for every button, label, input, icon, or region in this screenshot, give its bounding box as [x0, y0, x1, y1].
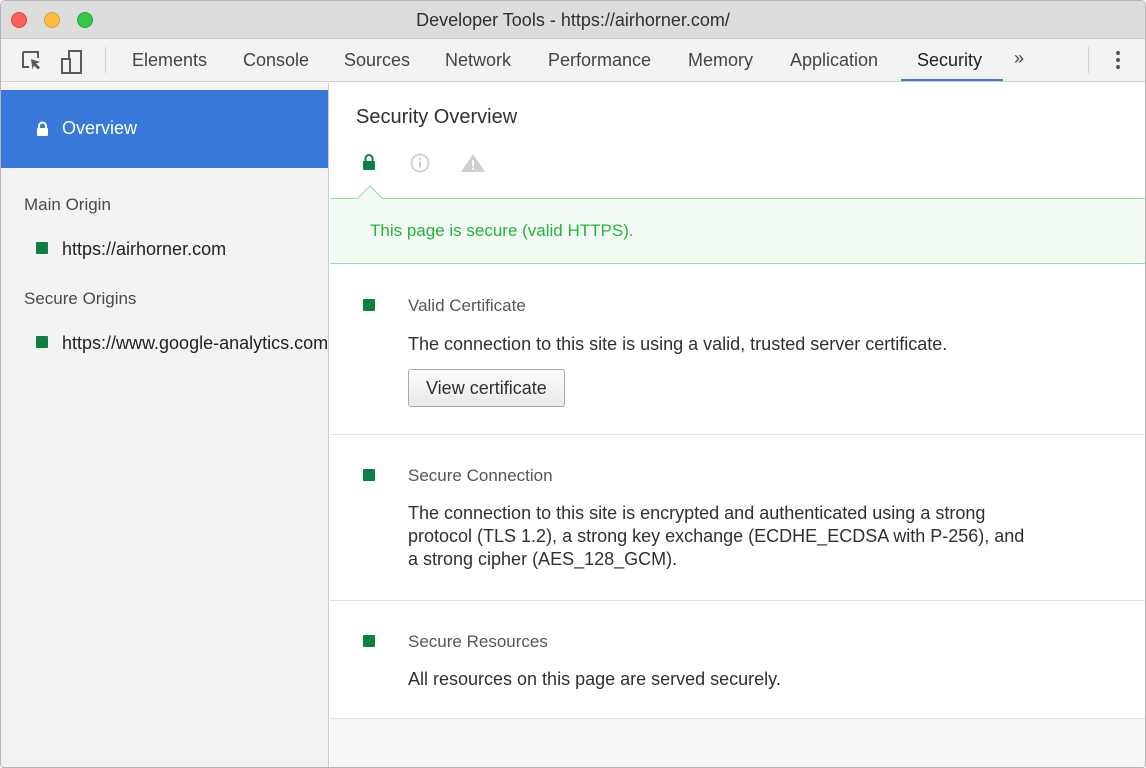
origin-label: https://airhorner.com [62, 239, 227, 259]
secure-connection-section: Secure Connection The connection to this… [330, 435, 1145, 601]
section-title: Valid Certificate [408, 296, 526, 315]
overflow-menu-icon[interactable] [1112, 51, 1124, 73]
main-origin-heading: Main Origin [24, 195, 111, 214]
info-icon [410, 153, 430, 178]
banner-notch [357, 185, 383, 199]
more-tabs-button[interactable]: » [1014, 48, 1024, 69]
tab-network[interactable]: Network [445, 50, 511, 71]
secure-origins-heading: Secure Origins [24, 289, 137, 308]
security-summary-banner: This page is secure (valid HTTPS). [330, 198, 1145, 264]
active-tab-indicator [901, 79, 1003, 81]
toolbar-divider [1088, 47, 1089, 73]
secure-status-icon [36, 336, 48, 348]
tab-console[interactable]: Console [243, 50, 309, 71]
tab-memory[interactable]: Memory [688, 50, 753, 71]
security-overview-panel: Security Overview This page is secure (v… [330, 83, 1145, 767]
tab-application[interactable]: Application [790, 50, 878, 71]
valid-certificate-section: Valid Certificate The connection to this… [330, 265, 1145, 435]
window-title: Developer Tools - https://airhorner.com/ [416, 10, 730, 30]
sidebar-item-overview[interactable]: Overview [1, 90, 328, 168]
security-summary-text: This page is secure (valid HTTPS). [370, 221, 634, 240]
section-description: The connection to this site is using a v… [408, 334, 948, 354]
tab-elements[interactable]: Elements [132, 50, 207, 71]
tab-security[interactable]: Security [917, 50, 982, 71]
secure-resources-section: Secure Resources All resources on this p… [330, 601, 1145, 719]
section-description: The connection to this site is encrypted… [408, 503, 1025, 569]
inspect-element-icon[interactable] [21, 50, 43, 72]
secure-status-icon [36, 242, 48, 254]
secure-status-icon [363, 299, 375, 311]
secure-status-icon [363, 635, 375, 647]
page-title: Security Overview [356, 106, 518, 128]
secure-status-icon [363, 469, 375, 481]
devtools-toolbar: Elements Console Sources Network Perform… [1, 39, 1145, 82]
sidebar-item-secure-origin[interactable]: https://www.google-analytics.com [36, 333, 328, 354]
device-toolbar-icon[interactable] [61, 50, 83, 74]
warning-icon [460, 153, 486, 178]
security-sidebar: Overview Main Origin https://airhorner.c… [1, 83, 329, 767]
sidebar-item-label: Overview [62, 118, 138, 138]
panel-empty-area [330, 719, 1145, 767]
view-certificate-button[interactable]: View certificate [408, 369, 565, 407]
section-title: Secure Connection [408, 466, 553, 485]
sidebar-item-main-origin[interactable]: https://airhorner.com [36, 239, 328, 260]
secure-lock-icon [362, 153, 376, 176]
devtools-window: Developer Tools - https://airhorner.com/… [0, 0, 1146, 768]
tab-sources[interactable]: Sources [344, 50, 410, 71]
section-title: Secure Resources [408, 632, 548, 651]
origin-label: https://www.google-analytics.com [62, 333, 328, 353]
toolbar-divider [105, 47, 106, 73]
title-bar: Developer Tools - https://airhorner.com/ [1, 1, 1145, 39]
tab-performance[interactable]: Performance [548, 50, 651, 71]
section-description: All resources on this page are served se… [408, 669, 781, 689]
lock-icon [36, 121, 49, 142]
